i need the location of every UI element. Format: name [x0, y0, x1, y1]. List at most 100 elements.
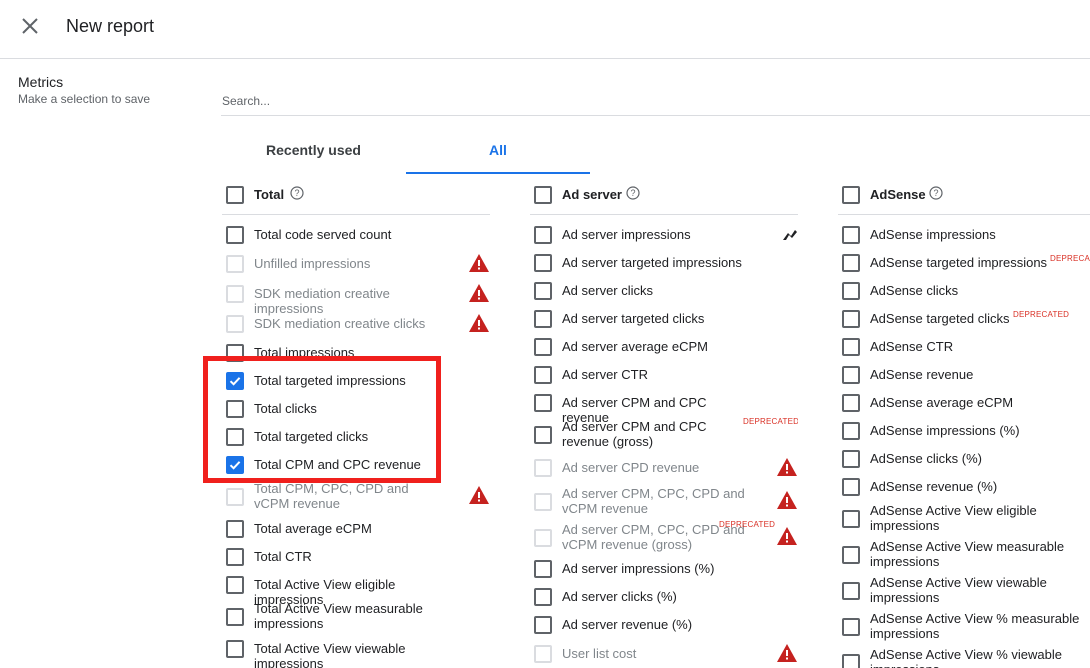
warning-icon[interactable] [468, 283, 490, 303]
checkbox[interactable] [534, 254, 552, 272]
checkbox[interactable] [842, 546, 860, 564]
metric-row[interactable]: Total clicks [222, 400, 490, 418]
metric-row[interactable]: AdSense Active View measurable impressio… [838, 539, 1090, 569]
tab-all[interactable]: All [406, 130, 590, 174]
checkbox[interactable] [226, 640, 244, 658]
checkbox[interactable] [226, 608, 244, 626]
metric-row[interactable]: Total code served count [222, 226, 490, 244]
checkbox[interactable] [842, 654, 860, 668]
metric-row[interactable]: Total targeted clicks [222, 428, 490, 446]
checkbox[interactable] [842, 422, 860, 440]
metric-row[interactable]: Total Active View eligible impressions [222, 576, 490, 607]
metric-row[interactable]: Ad server CPM and CPC revenue (gross) DEP… [530, 417, 798, 449]
metric-row[interactable]: AdSense revenue [838, 366, 1090, 384]
metric-label: SDK mediation creative clicks [254, 316, 426, 331]
metric-row[interactable]: Ad server clicks (%) [530, 588, 798, 606]
checkbox[interactable] [534, 282, 552, 300]
checkbox[interactable] [534, 338, 552, 356]
checkbox[interactable] [226, 344, 244, 362]
close-button[interactable] [18, 14, 42, 38]
metric-row[interactable]: Ad server average eCPM [530, 338, 798, 356]
metric-row[interactable]: AdSense revenue (%) [838, 478, 1090, 496]
checkbox[interactable] [226, 428, 244, 446]
checkbox[interactable] [842, 618, 860, 636]
metric-row[interactable]: Total average eCPM [222, 520, 490, 538]
metric-label: Total average eCPM [254, 521, 372, 536]
checkbox[interactable] [226, 520, 244, 538]
checkbox[interactable] [226, 548, 244, 566]
checkbox[interactable] [226, 576, 244, 594]
warning-icon[interactable] [468, 313, 490, 333]
metric-row[interactable]: Ad server targeted impressions [530, 254, 798, 272]
metric-row[interactable]: AdSense clicks (%) [838, 450, 1090, 468]
metric-row[interactable]: AdSense impressions [838, 226, 1090, 244]
metric-row[interactable]: AdSense Active View % viewable impressio… [838, 647, 1090, 668]
metric-row[interactable]: Ad server impressions [530, 226, 798, 244]
checkbox-checked[interactable] [226, 456, 244, 474]
search-input[interactable] [221, 86, 1090, 116]
checkbox[interactable] [534, 426, 552, 444]
metric-row[interactable]: Ad server clicks [530, 282, 798, 300]
metric-row: SDK mediation creative clicks [222, 313, 490, 333]
metric-row[interactable]: AdSense targeted clicks DEPRECATED [838, 310, 1090, 328]
checkbox[interactable] [534, 616, 552, 634]
checkbox-checked[interactable] [226, 372, 244, 390]
checkbox[interactable] [534, 588, 552, 606]
metric-row: Ad server CPM, CPC, CPD and vCPM revenue [530, 486, 798, 516]
checkbox[interactable] [842, 282, 860, 300]
checkbox[interactable] [842, 254, 860, 272]
warning-icon[interactable] [776, 457, 798, 477]
checkbox[interactable] [842, 366, 860, 384]
warning-icon[interactable] [776, 643, 798, 663]
checkbox[interactable] [842, 310, 860, 328]
metric-row[interactable]: Total impressions [222, 344, 490, 362]
metric-row[interactable]: Ad server CPM and CPC revenue [530, 394, 798, 425]
metric-row[interactable]: AdSense targeted impressions DEPRECA [838, 254, 1090, 272]
checkbox[interactable] [534, 186, 552, 204]
help-icon[interactable]: ? [626, 186, 640, 200]
metric-row[interactable]: Ad server impressions (%) [530, 560, 798, 578]
metric-row[interactable]: AdSense Active View % measurable impress… [838, 611, 1090, 641]
metric-row[interactable]: AdSense average eCPM [838, 394, 1090, 412]
metric-row[interactable]: Total Active View measurable impressions [222, 601, 490, 631]
warning-icon[interactable] [776, 526, 798, 546]
metric-row[interactable]: AdSense Active View eligible impressions [838, 503, 1090, 533]
checkbox[interactable] [226, 226, 244, 244]
close-icon [22, 18, 38, 34]
help-icon[interactable]: ? [290, 186, 304, 200]
metric-row[interactable]: Ad server targeted clicks [530, 310, 798, 328]
checkbox[interactable] [842, 450, 860, 468]
tab-recently-used[interactable]: Recently used [221, 130, 406, 174]
metric-label: Ad server impressions [562, 227, 691, 242]
metric-row[interactable]: Ad server CTR [530, 366, 798, 384]
checkbox[interactable] [534, 560, 552, 578]
checkbox[interactable] [534, 310, 552, 328]
checkbox[interactable] [226, 186, 244, 204]
warning-icon[interactable] [468, 485, 490, 505]
metric-row[interactable]: AdSense clicks [838, 282, 1090, 300]
checkbox[interactable] [842, 338, 860, 356]
checkbox[interactable] [534, 394, 552, 412]
metric-row[interactable]: AdSense impressions (%) [838, 422, 1090, 440]
checkbox[interactable] [842, 226, 860, 244]
checkbox[interactable] [534, 366, 552, 384]
column-header: Total? [222, 180, 490, 215]
metric-row[interactable]: AdSense CTR [838, 338, 1090, 356]
help-icon[interactable]: ? [929, 186, 943, 200]
warning-icon[interactable] [776, 490, 798, 510]
checkbox[interactable] [842, 478, 860, 496]
checkbox[interactable] [842, 582, 860, 600]
checkbox[interactable] [226, 400, 244, 418]
metric-row[interactable]: Total CPM and CPC revenue [222, 456, 490, 474]
metric-row[interactable]: Total CTR [222, 548, 490, 566]
metric-row[interactable]: Total targeted impressions [222, 372, 490, 390]
metric-row[interactable]: AdSense Active View viewable impressions [838, 575, 1090, 605]
metric-row[interactable]: Ad server revenue (%) [530, 616, 798, 634]
checkbox[interactable] [842, 510, 860, 528]
checkbox[interactable] [534, 226, 552, 244]
checkbox[interactable] [842, 186, 860, 204]
metric-row[interactable]: Total Active View viewable impressions [222, 640, 490, 668]
metric-label: Ad server clicks (%) [562, 589, 677, 604]
warning-icon[interactable] [468, 253, 490, 273]
checkbox[interactable] [842, 394, 860, 412]
